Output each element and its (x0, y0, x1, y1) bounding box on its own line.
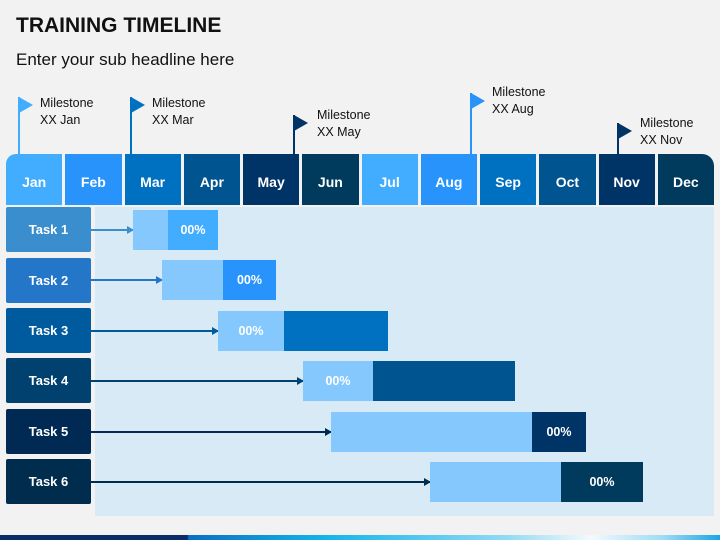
task-bar-4: 00% (303, 361, 515, 401)
milestone-label: Milestone XX May (317, 107, 371, 141)
month-may: May (243, 154, 300, 205)
bar-progress-segment (284, 311, 388, 351)
task-connector-4 (91, 377, 304, 385)
bar-progress-segment: 00% (168, 210, 218, 250)
month-aug: Aug (420, 154, 477, 205)
task-label-1: Task 1 (6, 207, 91, 252)
bar-pending-segment (331, 412, 532, 452)
month-dec: Dec (657, 154, 714, 205)
page-subtitle: Enter your sub headline here (16, 50, 235, 69)
milestone-date: XX Jan (40, 113, 81, 127)
milestone-label: Milestone XX Jan (40, 95, 94, 129)
milestone-title: Milestone (640, 116, 694, 130)
task-connector-2 (91, 276, 163, 284)
milestone-title: Milestone (317, 108, 371, 122)
milestone-date: XX Aug (492, 102, 534, 116)
bar-pending-segment (430, 462, 561, 502)
bar-pending-segment: 00% (303, 361, 373, 401)
milestone-label: Milestone XX Nov (640, 115, 694, 149)
flag-icon (471, 93, 485, 109)
task-connector-3 (91, 327, 219, 335)
bar-progress-segment: 00% (223, 260, 276, 300)
month-jun: Jun (302, 154, 359, 205)
month-nov: Nov (598, 154, 655, 205)
task-label-2: Task 2 (6, 258, 91, 303)
bar-progress-segment (373, 361, 515, 401)
month-jan: Jan (6, 154, 63, 205)
milestone-date: XX Mar (152, 113, 194, 127)
month-mar: Mar (124, 154, 181, 205)
month-feb: Feb (65, 154, 122, 205)
task-bar-2: 00% (162, 260, 276, 300)
task-bar-1: 00% (133, 210, 218, 250)
bar-pending-segment (162, 260, 223, 300)
bar-pending-segment (133, 210, 168, 250)
milestone-label: Milestone XX Mar (152, 95, 206, 129)
month-sep: Sep (480, 154, 537, 205)
footer-decoration (0, 535, 720, 540)
milestone-title: Milestone (152, 96, 206, 110)
month-apr: Apr (183, 154, 240, 205)
bar-pending-segment: 00% (218, 311, 284, 351)
task-label-5: Task 5 (6, 409, 91, 454)
page-title: TRAINING TIMELINE (16, 14, 222, 37)
task-bar-5: 00% (331, 412, 586, 452)
milestone-date: XX May (317, 125, 361, 139)
bar-progress-segment: 00% (561, 462, 643, 502)
month-jul: Jul (361, 154, 418, 205)
flag-icon (294, 115, 308, 131)
month-oct: Oct (539, 154, 596, 205)
task-connector-5 (91, 428, 332, 436)
bar-progress-segment: 00% (532, 412, 586, 452)
month-header: Jan Feb Mar Apr May Jun Jul Aug Sep Oct … (6, 154, 714, 205)
task-label-6: Task 6 (6, 459, 91, 504)
flag-icon (618, 123, 632, 139)
flag-icon (19, 97, 33, 113)
milestone-date: XX Nov (640, 133, 683, 147)
task-label-4: Task 4 (6, 358, 91, 403)
flag-icon (131, 97, 145, 113)
task-bar-3: 00% (218, 311, 388, 351)
milestone-label: Milestone XX Aug (492, 84, 546, 118)
milestone-title: Milestone (40, 96, 94, 110)
task-bar-6: 00% (430, 462, 643, 502)
task-label-3: Task 3 (6, 308, 91, 353)
task-connector-1 (91, 226, 134, 234)
milestone-title: Milestone (492, 85, 546, 99)
task-connector-6 (91, 478, 431, 486)
